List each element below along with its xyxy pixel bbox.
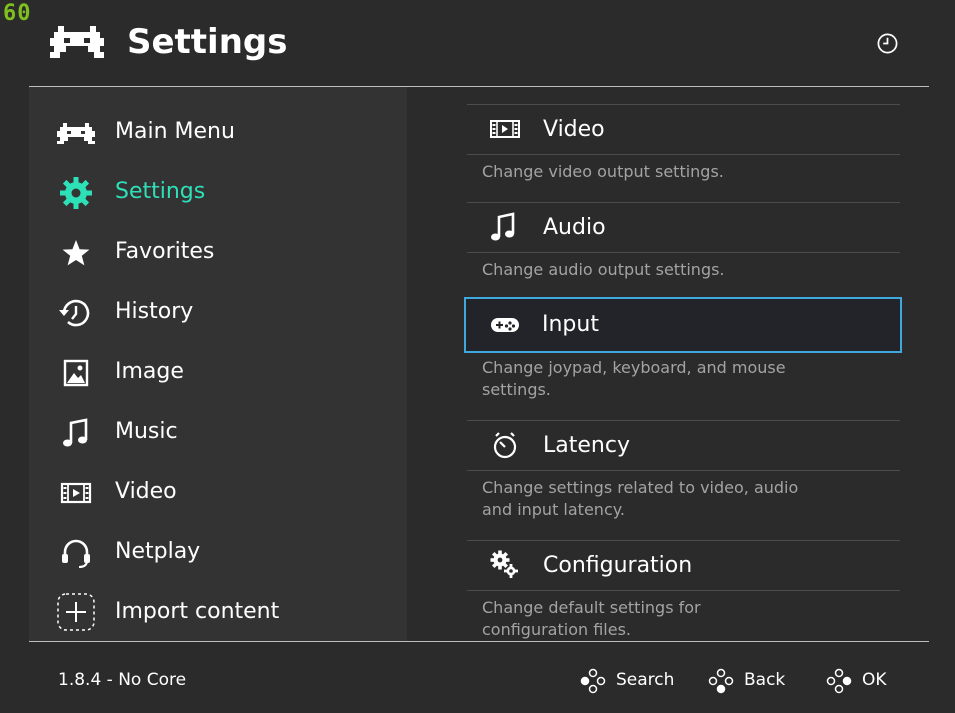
sidebar-item-label: Import content [115,599,280,624]
entry-label: Latency [543,433,630,458]
gamepad-buttons-icon [580,668,606,694]
gamepad-buttons-icon [826,668,852,694]
divider [467,470,900,471]
retroarch-logo-icon [50,26,104,58]
sidebar: Main Menu Settings Favorites History Ima… [29,87,407,641]
image-icon [63,359,89,387]
version-label: 1.8.4 - No Core [58,670,187,690]
sidebar-item-history[interactable]: History [29,283,407,343]
stopwatch-icon [493,432,517,459]
entry-description: Change video output settings. [482,162,724,181]
sidebar-item-music[interactable]: Music [29,403,407,463]
entry-label: Video [543,117,605,142]
entry-latency[interactable]: Latency [467,421,900,471]
film-icon [490,120,520,138]
plus-icon [57,593,95,631]
gamepad-buttons-icon [708,668,734,694]
music-note-icon [491,212,515,241]
back-label: Back [744,670,786,690]
sidebar-item-label: Settings [115,179,206,204]
music-note-icon [63,418,88,447]
entry-label: Input [542,312,599,337]
gamepad-icon [491,318,519,332]
sidebar-item-favorites[interactable]: Favorites [29,223,407,283]
entry-input[interactable]: Input [464,297,902,353]
clock-icon [877,33,898,54]
divider [467,252,900,253]
entry-audio[interactable]: Audio [467,203,900,253]
sidebar-item-label: Video [115,479,177,504]
sidebar-item-label: Favorites [115,239,215,264]
ok-label: OK [862,670,887,690]
entry-description: Change joypad, keyboard, and mouse setti… [482,358,786,399]
header: Settings [0,0,955,86]
sidebar-item-video[interactable]: Video [29,463,407,523]
search-label: Search [616,670,675,690]
entry-label: Configuration [543,553,693,578]
gear-icon [60,177,92,209]
film-icon [60,482,92,504]
sidebar-item-label: Music [115,419,178,444]
sidebar-item-settings[interactable]: Settings [29,163,407,223]
history-icon [59,299,90,327]
sidebar-item-image[interactable]: Image [29,343,407,403]
sidebar-item-label: History [115,299,194,324]
divider [467,154,900,155]
page-title: Settings [127,22,288,62]
entry-label: Audio [543,215,606,240]
sidebar-item-import-content[interactable]: Import content [29,583,407,643]
star-icon [62,240,90,266]
settings-list: Video Change video output settings. Audi… [407,87,955,641]
retroarch-invader-icon [57,123,95,144]
sidebar-item-netplay[interactable]: Netplay [29,523,407,583]
entry-configuration[interactable]: Configuration [467,541,900,591]
entry-video[interactable]: Video [467,105,900,155]
entry-description: Change settings related to video, audio … [482,478,799,519]
headset-icon [62,539,90,568]
sidebar-item-label: Netplay [115,539,201,564]
divider [467,590,900,591]
sidebar-item-label: Image [115,359,184,384]
entry-description: Change default settings for configuratio… [482,598,701,639]
entry-description: Change audio output settings. [482,260,725,279]
gears-icon [490,550,518,578]
footer: 1.8.4 - No Core Search Back OK [0,642,955,713]
sidebar-item-main-menu[interactable]: Main Menu [29,103,407,163]
sidebar-item-label: Main Menu [115,119,235,144]
